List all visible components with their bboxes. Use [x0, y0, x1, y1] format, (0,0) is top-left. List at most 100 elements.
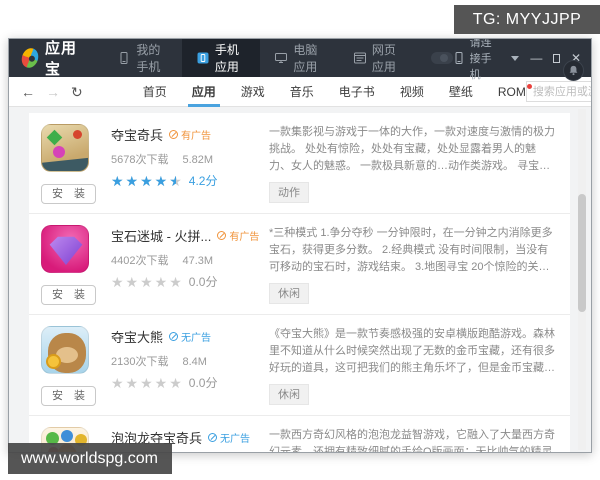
ad-badge: 有广告 — [169, 127, 211, 142]
refresh-button[interactable]: ↻ — [71, 85, 83, 99]
app-desc-col: 《夺宝大熊》是一款节奏感极强的安卓横版跑酷游戏。森林里不知道从什么时候突然出现了… — [269, 326, 558, 406]
app-name[interactable]: 宝石迷城 - 火拼... — [111, 226, 211, 245]
watermark-top-text: TG: MYYJJPP — [472, 10, 582, 28]
app-row-duobaodaxiong: 安 装 夺宝大熊 无广告 2130次下载 8.4M ★★★★★★★★★★ 0.0分 — [29, 315, 570, 416]
ad-badge-icon — [169, 130, 179, 139]
tab-rom[interactable]: ROM — [498, 77, 532, 107]
forward-button[interactable]: → — [46, 85, 60, 99]
star-rating: ★★★★★★★★★★ — [111, 374, 184, 391]
titlebar-tabs: 我的手机 手机应用 电脑应用 网页应用 — [103, 39, 417, 77]
rating-row: ★★★★★★★★★★ 0.0分 — [111, 273, 257, 290]
star-rating: ★★★★★★★★★★ — [111, 172, 184, 189]
app-name[interactable]: 夺宝大熊 — [111, 327, 163, 346]
category-tag[interactable]: 动作 — [269, 182, 309, 204]
rating-score: 0.0分 — [188, 376, 218, 390]
rating-score: 4.2分 — [188, 174, 218, 188]
download-count: 5678次下载 — [111, 154, 169, 166]
tab-ebooks[interactable]: 电子书 — [339, 77, 375, 107]
app-left-col: 安 装 — [41, 326, 103, 406]
app-icon[interactable] — [41, 225, 89, 273]
install-button[interactable]: 安 装 — [41, 184, 96, 204]
app-stats: 5678次下载 5.82M — [111, 151, 257, 167]
pinwheel-logo-icon — [19, 45, 41, 71]
category-tabs: 首页 应用 游戏 音乐 电子书 视频 壁纸 ROM — [143, 77, 532, 107]
app-icon[interactable] — [41, 124, 89, 172]
app-stats: 4402次下载 47.3M — [111, 252, 257, 268]
phone-icon — [120, 52, 128, 64]
search-input[interactable] — [525, 81, 591, 102]
install-button[interactable]: 安 装 — [41, 285, 96, 305]
back-button[interactable]: ← — [21, 85, 35, 99]
app-description: 一款集影视与游戏于一体的大作，一款对速度与激情的极力挑战。 处处有惊险，处处有宝… — [269, 126, 555, 173]
connect-phone-status[interactable]: 请连接手机 — [453, 38, 501, 82]
tab-apps[interactable]: 应用 — [187, 77, 220, 107]
app-logo: 应用宝 — [9, 39, 83, 79]
tab-my-phone[interactable]: 我的手机 — [103, 39, 182, 77]
app-row-duobaoqibing: 安 装 夺宝奇兵 有广告 5678次下载 5.82M ★★★★★★★★★★ 4.2… — [29, 113, 570, 214]
tab-mobile-apps-label: 手机应用 — [214, 43, 239, 74]
app-info-col: 夺宝大熊 无广告 2130次下载 8.4M ★★★★★★★★★★ 0.0分 — [111, 326, 257, 406]
app-icon[interactable] — [41, 326, 89, 374]
ad-badge-icon — [208, 433, 218, 442]
ad-badge: 有广告 — [217, 228, 259, 243]
tab-my-phone-label: 我的手机 — [136, 43, 161, 74]
bell-icon — [569, 65, 578, 76]
tab-games[interactable]: 游戏 — [241, 77, 265, 107]
app-size: 5.82M — [182, 154, 214, 166]
ad-badge-icon — [217, 231, 227, 240]
watermark-bottom: www.worldspg.com — [8, 443, 172, 474]
tab-mobile-apps[interactable]: 手机应用 — [181, 39, 261, 77]
rating-row: ★★★★★★★★★★ 4.2分 — [111, 172, 257, 189]
app-row-baoshimicheng: 安 装 宝石迷城 - 火拼... 有广告 4402次下载 47.3M ★★★★★★… — [29, 214, 570, 315]
app-store-window: 应用宝 我的手机 手机应用 电脑应用 网页应用 请连接手机 — ✕ ← → ↻ … — [8, 38, 592, 453]
scrollbar-track[interactable] — [578, 109, 586, 450]
ad-badge-icon — [169, 332, 179, 341]
scrollbar-thumb[interactable] — [578, 194, 586, 312]
app-desc-col: *三种模式 1.争分夺秒 一分钟限时，在一分钟之内消除更多宝石，获得更多分数。 … — [269, 225, 558, 305]
promo-pill-icon[interactable] — [431, 52, 453, 64]
search-area: 找应用 — [525, 80, 591, 103]
maximize-button[interactable] — [553, 53, 560, 63]
navbar: ← → ↻ 首页 应用 游戏 音乐 电子书 视频 壁纸 ROM 找应用 — [9, 77, 591, 107]
mobile-app-icon — [197, 52, 209, 64]
star-rating: ★★★★★★★★★★ — [111, 273, 184, 290]
tab-web-apps-label: 网页应用 — [371, 43, 396, 74]
install-button[interactable]: 安 装 — [41, 386, 96, 406]
app-left-col: 安 装 — [41, 124, 103, 204]
app-size: 8.4M — [182, 356, 207, 368]
app-stats: 2130次下载 8.4M — [111, 353, 257, 369]
app-name[interactable]: 夺宝奇兵 — [111, 125, 163, 144]
monitor-icon — [275, 53, 288, 63]
titlebar: 应用宝 我的手机 手机应用 电脑应用 网页应用 请连接手机 — ✕ — [9, 39, 591, 81]
app-desc-col: 一款集影视与游戏于一体的大作，一款对速度与激情的极力挑战。 处处有惊险，处处有宝… — [269, 124, 558, 204]
tab-wallpaper[interactable]: 壁纸 — [449, 77, 473, 107]
category-tag[interactable]: 休闲 — [269, 384, 309, 406]
download-count: 2130次下载 — [111, 356, 169, 368]
tab-video[interactable]: 视频 — [400, 77, 424, 107]
rating-row: ★★★★★★★★★★ 0.0分 — [111, 374, 257, 391]
tab-web-apps[interactable]: 网页应用 — [339, 39, 418, 77]
app-description: 一款西方奇幻风格的泡泡龙益智游戏，它融入了大量西方奇幻元素，还拥有精致细腻的手绘… — [269, 429, 555, 452]
app-info-col: 宝石迷城 - 火拼... 有广告 4402次下载 47.3M ★★★★★★★★★★… — [111, 225, 259, 305]
webpage-icon — [353, 52, 366, 64]
notification-bell-button[interactable] — [563, 60, 584, 81]
tab-music[interactable]: 音乐 — [290, 77, 314, 107]
minimize-button[interactable]: — — [530, 52, 542, 64]
menu-dropdown-icon[interactable] — [511, 55, 520, 61]
watermark-top: TG: MYYJJPP — [454, 5, 600, 34]
app-description: 《夺宝大熊》是一款节奏感极强的安卓横版跑酷游戏。森林里不知道从什么时候突然出现了… — [269, 328, 555, 375]
category-tag[interactable]: 休闲 — [269, 283, 309, 305]
rating-score: 0.0分 — [188, 275, 218, 289]
app-logo-text: 应用宝 — [44, 40, 77, 78]
app-info-col: 夺宝奇兵 有广告 5678次下载 5.82M ★★★★★★★★★★ 4.2分 — [111, 124, 257, 204]
app-desc-col: 一款西方奇幻风格的泡泡龙益智游戏，它融入了大量西方奇幻元素，还拥有精致细腻的手绘… — [269, 427, 558, 452]
download-count: 4402次下载 — [111, 255, 169, 267]
tab-pc-apps[interactable]: 电脑应用 — [260, 39, 339, 77]
app-left-col: 安 装 — [41, 225, 103, 305]
app-list: 安 装 夺宝奇兵 有广告 5678次下载 5.82M ★★★★★★★★★★ 4.2… — [9, 107, 591, 452]
connect-phone-icon — [455, 52, 463, 64]
tab-home[interactable]: 首页 — [143, 77, 167, 107]
app-description: *三种模式 1.争分夺秒 一分钟限时，在一分钟之内消除更多宝石，获得更多分数。 … — [269, 227, 553, 274]
connect-phone-label: 请连接手机 — [469, 38, 492, 81]
ad-badge: 无广告 — [208, 430, 250, 445]
